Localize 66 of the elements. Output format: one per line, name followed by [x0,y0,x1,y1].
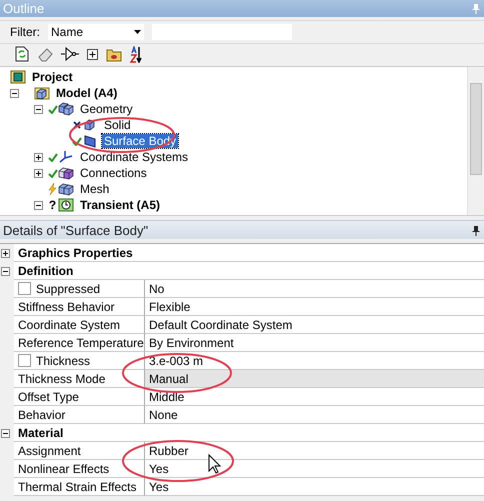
property-name: Offset Type [14,388,145,406]
surface-icon [82,133,98,149]
property-value[interactable]: Default Coordinate System [145,316,484,334]
property-name: Thickness Mode [14,370,145,388]
property-value[interactable]: Manual [145,370,484,388]
property-name: Assignment [14,442,145,460]
tree-item[interactable]: Transient (A5) [78,198,162,212]
caret-icon [134,30,141,34]
group-header[interactable]: Graphics Properties [14,244,484,262]
property-name: Behavior [14,406,145,424]
expand-icon[interactable] [34,152,43,162]
transient-icon [58,197,74,213]
checkbox[interactable] [18,282,31,295]
collapse-icon[interactable] [34,104,43,114]
expand-icon[interactable] [34,168,43,178]
property-value[interactable]: Rubber [145,442,484,460]
expand-icon[interactable] [0,248,10,258]
eraser-icon[interactable] [37,46,53,62]
property-name: Stiffness Behavior [14,298,145,316]
tree-item[interactable]: Connections [78,166,149,180]
property-value[interactable]: Yes [145,478,484,496]
coordinates-icon [58,149,74,165]
tree-item[interactable]: Geometry [78,102,135,116]
property-value[interactable]: Flexible [145,298,484,316]
property-name: Suppressed [36,282,100,296]
property-value[interactable]: Middle [145,388,484,406]
collapse-icon[interactable] [0,266,10,276]
property-value[interactable]: By Environment [145,334,484,352]
scrollbar[interactable] [467,67,484,215]
panel-title: Details of "Surface Body" [3,222,148,238]
filter-dropdown[interactable]: Name [48,24,144,40]
tree-item[interactable]: Coordinate Systems [78,150,190,164]
group-header[interactable]: Material [14,424,484,442]
property-value[interactable]: Yes [145,460,484,478]
tree-item[interactable]: Project [30,70,75,84]
gate-icon[interactable] [61,47,79,61]
mesh-icon [58,181,74,197]
property-value[interactable]: None [145,406,484,424]
property-name: Coordinate System [14,316,145,334]
property-name: Thickness [36,354,90,368]
model-icon [34,85,50,101]
property-name: Reference Temperature [14,334,145,352]
mouse-cursor-icon [208,454,222,474]
expand-all-icon[interactable] [87,48,98,60]
folder-icon[interactable] [106,46,122,62]
tree-item[interactable]: Mesh [78,182,112,196]
property-name: Thermal Strain Effects [14,478,145,496]
geometry-icon [58,101,74,117]
property-value[interactable]: No [145,280,484,298]
group-header[interactable]: Definition [14,262,484,280]
tree-item[interactable]: Model (A4) [54,86,120,100]
status-mark: ? [48,198,56,212]
property-name: Nonlinear Effects [14,460,145,478]
pin-icon[interactable] [472,224,480,236]
filter-label: Filter: [10,25,40,39]
checkbox[interactable] [18,354,31,367]
tree-item[interactable]: Solid [102,118,133,132]
collapse-icon[interactable] [0,428,10,438]
panel-title: Outline [3,1,44,16]
collapse-icon[interactable] [34,200,43,210]
project-icon [10,69,26,85]
connections-icon [58,165,74,181]
sort-icon[interactable] [130,46,142,62]
refresh-icon[interactable] [15,46,29,62]
collapse-icon[interactable] [10,88,19,98]
property-value[interactable]: 3.e-003 m [145,352,484,370]
